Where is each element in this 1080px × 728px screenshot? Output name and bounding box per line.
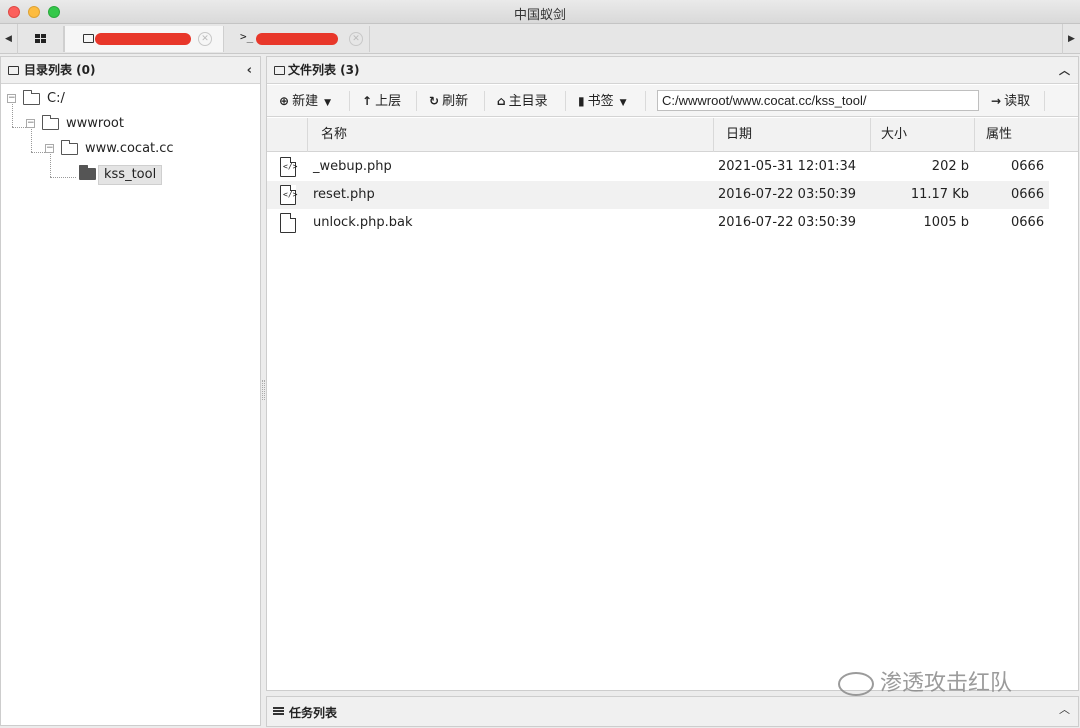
path-input[interactable] <box>657 90 979 111</box>
file-name: reset.php <box>313 187 375 202</box>
tree-item-label: C:/ <box>47 91 65 106</box>
column-header-name[interactable]: 名称 <box>307 118 713 152</box>
file-size: 202 b <box>931 159 969 174</box>
file-size: 1005 b <box>923 215 969 230</box>
file-row[interactable]: </> _webup.php 2021-05-31 12:01:34 202 b… <box>267 153 1049 181</box>
tree-item-label-selected: kss_tool <box>98 165 163 185</box>
collapse-left-icon[interactable]: ‹ <box>247 57 252 84</box>
file-date: 2021-05-31 12:01:34 <box>718 159 857 174</box>
file-date: 2016-07-22 03:50:39 <box>718 215 857 230</box>
new-button-label: 新建 <box>292 94 319 109</box>
task-panel: 任务列表 ︿ <box>266 696 1079 727</box>
collapse-toggle-icon[interactable]: − <box>45 144 54 153</box>
redacted-tab-label <box>95 33 191 45</box>
folder-open-icon <box>61 140 78 155</box>
tab-home[interactable] <box>18 26 64 52</box>
folder-closed-icon <box>79 165 96 180</box>
bookmark-label: 书签 <box>587 94 614 109</box>
tree-item-label: www.cocat.cc <box>85 141 174 156</box>
folder-icon <box>8 66 19 75</box>
tree-item-c-drive[interactable]: − C:/ <box>1 88 260 110</box>
tree-item-kss-tool[interactable]: kss_tool <box>1 163 260 185</box>
title-bar: 中国蚁剑 <box>0 0 1080 24</box>
home-directory-button[interactable]: ⌂ 主目录 <box>497 89 548 113</box>
close-tab-icon[interactable]: ✕ <box>198 32 212 46</box>
file-panel-header: 文件列表 (3) ︿ <box>267 57 1078 84</box>
bookmark-icon: ▮ <box>578 94 585 108</box>
close-tab-icon[interactable]: ✕ <box>349 32 363 46</box>
watermark: 渗透攻击红队 <box>838 665 1013 696</box>
tree-item-www-cocat-cc[interactable]: − www.cocat.cc <box>1 138 260 160</box>
directory-panel-header: 目录列表 (0) ‹ <box>1 57 260 84</box>
file-panel-title: 文件列表 (3) <box>288 63 360 77</box>
home-icon: ⌂ <box>497 94 506 108</box>
redacted-tab-label <box>256 33 338 45</box>
grid-icon <box>35 34 46 43</box>
refresh-label: 刷新 <box>442 94 469 109</box>
file-panel: 文件列表 (3) ︿ ⊕新建 ▼ ↑上层 ↻刷新 ⌂主目录 ▮书签 ▼ <box>266 56 1079 691</box>
folder-icon <box>83 34 94 43</box>
file-table-header: 名称 日期 大小 属性 <box>267 118 1078 152</box>
refresh-button[interactable]: ↻ 刷新 <box>429 89 468 113</box>
file-attributes: 0666 <box>1011 187 1045 202</box>
file-row[interactable]: </> reset.php 2016-07-22 03:50:39 11.17 … <box>267 181 1049 209</box>
file-toolbar: ⊕新建 ▼ ↑上层 ↻刷新 ⌂主目录 ▮书签 ▼ →读取 <box>267 85 1078 117</box>
wechat-icon <box>838 672 874 696</box>
app-window: 中国蚁剑 ◀ ✕ >_ ✕ ▶ 目录列表 (0) ‹ − C:/ − wwwro… <box>0 0 1080 728</box>
icon-column-header <box>267 118 307 152</box>
php-file-icon: </> <box>280 157 297 177</box>
collapse-toggle-icon[interactable]: − <box>26 119 35 128</box>
collapse-toggle-icon[interactable]: − <box>7 94 16 103</box>
refresh-icon: ↻ <box>429 94 440 108</box>
file-attributes: 0666 <box>1011 159 1045 174</box>
file-row[interactable]: unlock.php.bak 2016-07-22 03:50:39 1005 … <box>267 209 1049 237</box>
plus-circle-icon: ⊕ <box>279 94 290 108</box>
read-button[interactable]: → 读取 <box>991 89 1030 113</box>
tree-item-label: wwwroot <box>66 116 124 131</box>
tab-terminal[interactable]: >_ ✕ <box>224 26 370 52</box>
php-file-icon: </> <box>280 185 297 205</box>
file-name: unlock.php.bak <box>313 215 413 230</box>
directory-panel: 目录列表 (0) ‹ − C:/ − wwwroot − www.cocat.c… <box>0 56 261 726</box>
chevron-down-icon: ▼ <box>324 98 331 108</box>
file-attributes: 0666 <box>1011 215 1045 230</box>
directory-panel-title: 目录列表 (0) <box>24 63 96 77</box>
up-level-button[interactable]: ↑ 上层 <box>362 89 401 113</box>
file-size: 11.17 Kb <box>910 187 969 202</box>
file-name: _webup.php <box>313 159 392 174</box>
chevron-down-icon: ▼ <box>619 98 627 108</box>
new-button[interactable]: ⊕ 新建 ▼ <box>279 89 331 113</box>
folder-open-icon <box>42 115 59 130</box>
task-panel-title: 任务列表 <box>289 706 338 720</box>
expand-up-icon[interactable]: ︿ <box>1059 701 1070 717</box>
folder-icon <box>274 66 285 75</box>
window-title: 中国蚁剑 <box>513 8 566 23</box>
arrow-right-icon: → <box>991 94 1002 108</box>
arrow-up-icon: ↑ <box>362 94 373 108</box>
folder-open-icon <box>23 90 40 105</box>
bookmark-button[interactable]: ▮ 书签 ▼ <box>578 89 627 113</box>
column-header-attributes[interactable]: 属性 <box>974 118 1050 152</box>
watermark-text: 渗透攻击红队 <box>880 671 1013 696</box>
list-icon <box>273 707 284 716</box>
column-header-size[interactable]: 大小 <box>870 118 974 152</box>
file-date: 2016-07-22 03:50:39 <box>718 187 857 202</box>
file-icon <box>280 213 296 233</box>
read-label: 读取 <box>1004 94 1031 109</box>
home-directory-label: 主目录 <box>508 94 548 109</box>
tree-item-wwwroot[interactable]: − wwwroot <box>1 113 260 135</box>
collapse-up-icon[interactable]: ︿ <box>1059 57 1070 84</box>
column-header-date[interactable]: 日期 <box>713 118 870 152</box>
terminal-icon: >_ <box>240 30 254 43</box>
tab-scroll-left-icon[interactable]: ◀ <box>0 24 18 54</box>
panel-splitter[interactable] <box>262 380 265 400</box>
tab-scroll-right-icon[interactable]: ▶ <box>1062 24 1080 54</box>
tab-bar: ◀ ✕ >_ ✕ ▶ <box>0 24 1080 54</box>
tab-file-manager[interactable]: ✕ <box>64 26 224 52</box>
up-level-label: 上层 <box>375 94 402 109</box>
